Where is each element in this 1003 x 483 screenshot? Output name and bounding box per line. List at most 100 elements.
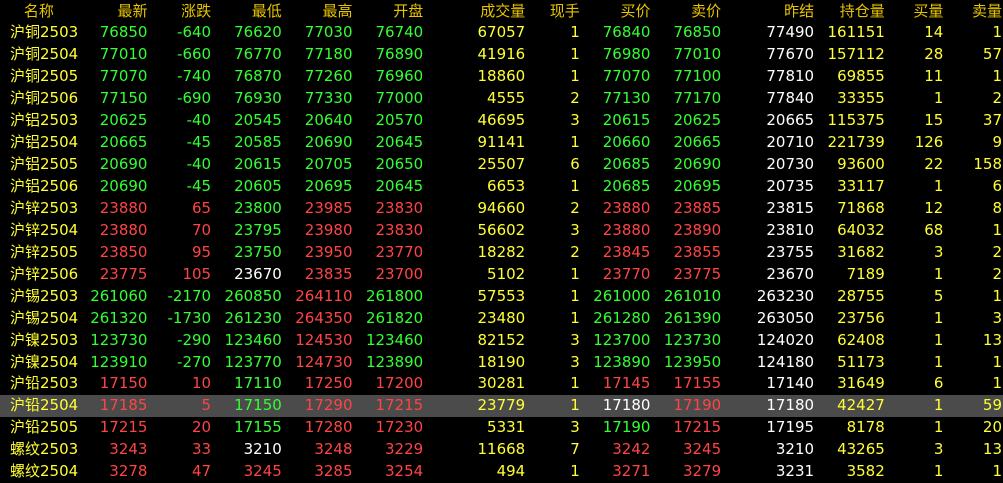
quote-row[interactable]: 沪锌2503 23880 65 23800 23985 23830 94660 2 23880 2… — [0, 198, 1003, 220]
quote-row[interactable]: 沪镍2503 123730 -290 123460 124530 123460 82152 3… — [0, 329, 1003, 351]
quote-row[interactable]: 沪铝2504 20665 -45 20585 20690 20645 91141 1 20660… — [0, 132, 1003, 154]
column-header-current-lots[interactable]: 现手 — [526, 0, 581, 22]
quote-row[interactable]: 沪铝2506 20690 -45 20605 20695 20645 6653 1 20685 2… — [0, 176, 1003, 198]
change-cell: -45 — [186, 177, 212, 196]
current-lots-cell: 3 — [570, 330, 580, 349]
volume-cell: 57553 — [477, 286, 526, 305]
open-price-cell: 17215 — [353, 394, 425, 417]
high-price-cell: 23835 — [304, 264, 353, 283]
quote-row[interactable]: 螺纹2504 3278 47 3245 3285 3254 494 1 3271 3279 3231… — [0, 461, 1003, 483]
bid-volume-cell: 28 — [924, 45, 944, 64]
quote-row[interactable]: 沪铝2503 20625 -40 20545 20640 20570 46695 3 20615… — [0, 110, 1003, 132]
bid-volume-cell: 3 — [933, 440, 944, 459]
quote-row[interactable]: 沪铜2504 77010 -660 76770 77180 76890 41916 1 7698… — [0, 44, 1003, 66]
high-price-cell: 23950 — [304, 242, 353, 261]
volume-cell: 18860 — [477, 67, 526, 86]
ask-price-cell: 17155 — [673, 374, 722, 393]
ask-volume-cell: 158 — [973, 155, 1002, 174]
ask-volume-cell: 57 — [982, 45, 1002, 64]
prev-settle-cell: 23815 — [766, 198, 815, 217]
open-interest-cell: 3582 — [846, 462, 885, 481]
open-interest-cell: 31682 — [837, 242, 885, 261]
volume-cell: 18190 — [477, 352, 526, 371]
current-lots-cell: 1 — [570, 133, 580, 152]
quote-row[interactable]: 螺纹2503 3243 33 3210 3248 3229 11668 7 3242 3245 32… — [0, 439, 1003, 461]
volume-cell: 91141 — [477, 133, 526, 152]
column-header-name[interactable]: 名称 — [0, 0, 78, 22]
last-price-cell: 123910 — [90, 352, 148, 371]
column-header-ask[interactable]: 卖价 — [651, 0, 722, 22]
bid-price-cell: 17145 — [602, 374, 651, 393]
open-price-cell: 23830 — [375, 198, 424, 217]
column-header-low[interactable]: 最低 — [212, 0, 283, 22]
high-price-cell: 77180 — [304, 45, 353, 64]
quote-row[interactable]: 沪铜2506 77150 -690 76930 77330 77000 4555 2 77130… — [0, 88, 1003, 110]
quote-row[interactable]: 沪铝2505 20690 -40 20615 20705 20650 25507 6 20685… — [0, 154, 1003, 176]
bid-price-cell: 123700 — [593, 330, 651, 349]
low-price-cell: 76870 — [234, 67, 282, 86]
column-header-prev-settle[interactable]: 昨结 — [722, 0, 815, 22]
column-header-change[interactable]: 涨跌 — [148, 0, 212, 22]
quote-row[interactable]: 沪铅2503 17150 10 17110 17250 17200 30281 1 17145 1… — [0, 373, 1003, 395]
quote-row[interactable]: 沪锌2504 23880 70 23795 23980 23830 56602 3 23880 2… — [0, 219, 1003, 241]
open-interest-cell: 115375 — [827, 111, 885, 130]
ask-price-cell: 17215 — [673, 418, 722, 437]
open-price-cell: 261800 — [365, 286, 424, 305]
volume-cell: 30281 — [477, 374, 526, 393]
prev-settle-cell: 263050 — [756, 308, 815, 327]
quote-row[interactable]: 沪铜2503 76850 -640 76620 77030 76740 67057 1 7684… — [0, 22, 1003, 44]
low-price-cell: 17110 — [234, 374, 282, 393]
prev-settle-cell: 20710 — [766, 133, 815, 152]
bid-volume-cell: 1 — [933, 264, 944, 283]
prev-settle-cell: 20735 — [766, 177, 815, 196]
bid-volume-cell: 1 — [933, 177, 944, 196]
low-price-cell: 3245 — [243, 462, 282, 481]
ask-price-cell: 77100 — [673, 67, 722, 86]
ask-price-cell: 3279 — [682, 462, 722, 481]
change-cell: -740 — [177, 67, 212, 86]
prev-settle-cell: 20665 — [766, 111, 815, 130]
column-header-high[interactable]: 最高 — [283, 0, 354, 22]
low-price-cell: 3210 — [243, 440, 282, 459]
contract-name-cell: 沪铅2504 — [0, 394, 78, 417]
bid-price-cell: 20660 — [602, 133, 651, 152]
low-price-cell: 23750 — [234, 242, 282, 261]
contract-name-cell: 沪锌2504 — [10, 220, 78, 239]
open-price-cell: 20570 — [375, 111, 424, 130]
open-price-cell: 76890 — [375, 45, 424, 64]
column-header-bid-volume[interactable]: 买量 — [886, 0, 945, 22]
bid-price-cell: 123890 — [593, 352, 651, 371]
column-header-last[interactable]: 最新 — [78, 0, 149, 22]
quote-row[interactable]: 沪锌2506 23775 105 23670 23835 23700 5102 1 23770 2… — [0, 263, 1003, 285]
ask-volume-cell: 8 — [992, 198, 1002, 217]
quote-row[interactable]: 沪锌2505 23850 95 23750 23950 23770 18282 2 23845 2… — [0, 241, 1003, 263]
quote-row[interactable]: 沪锡2504 261320 -1730 261230 264350 261820 23480… — [0, 307, 1003, 329]
bid-volume-cell: 1 — [933, 418, 944, 437]
column-header-ask-volume[interactable]: 卖量 — [944, 0, 1003, 22]
quote-row[interactable]: 沪铅2505 17215 20 17155 17280 17230 5331 3 17190 17… — [0, 417, 1003, 439]
bid-volume-cell: 15 — [924, 111, 944, 130]
open-price-cell: 23700 — [375, 264, 424, 283]
bid-volume-cell: 12 — [924, 198, 944, 217]
bid-price-cell: 76980 — [602, 45, 651, 64]
high-price-cell: 20640 — [304, 111, 353, 130]
column-header-volume[interactable]: 成交量 — [424, 0, 526, 22]
column-header-open-interest[interactable]: 持仓量 — [815, 0, 886, 22]
open-interest-cell: 33117 — [837, 177, 885, 196]
column-header-bid[interactable]: 买价 — [581, 0, 652, 22]
quote-row[interactable]: 沪铅2504 17185 5 17150 17290 17215 23779 1 17180 17… — [0, 394, 1003, 417]
change-cell: -1730 — [167, 308, 212, 327]
high-price-cell: 17290 — [282, 394, 354, 417]
contract-name-cell: 沪铝2503 — [10, 111, 78, 130]
quote-row[interactable]: 沪铜2505 77070 -740 76870 77260 76960 18860 1 7707… — [0, 66, 1003, 88]
bid-volume-cell: 5 — [933, 286, 944, 305]
quote-row[interactable]: 沪锡2503 261060 -2170 260850 264110 261800 57553… — [0, 285, 1003, 307]
last-price-cell: 20665 — [99, 133, 148, 152]
volume-cell: 82152 — [477, 330, 526, 349]
column-header-open[interactable]: 开盘 — [354, 0, 425, 22]
ask-price-cell: 20625 — [673, 111, 722, 130]
quote-row[interactable]: 沪镍2504 123910 -270 123770 124730 123890 18190 3… — [0, 351, 1003, 373]
volume-cell: 5102 — [487, 264, 526, 283]
ask-volume-cell: 2 — [992, 242, 1002, 261]
change-cell: 105 — [182, 264, 212, 283]
